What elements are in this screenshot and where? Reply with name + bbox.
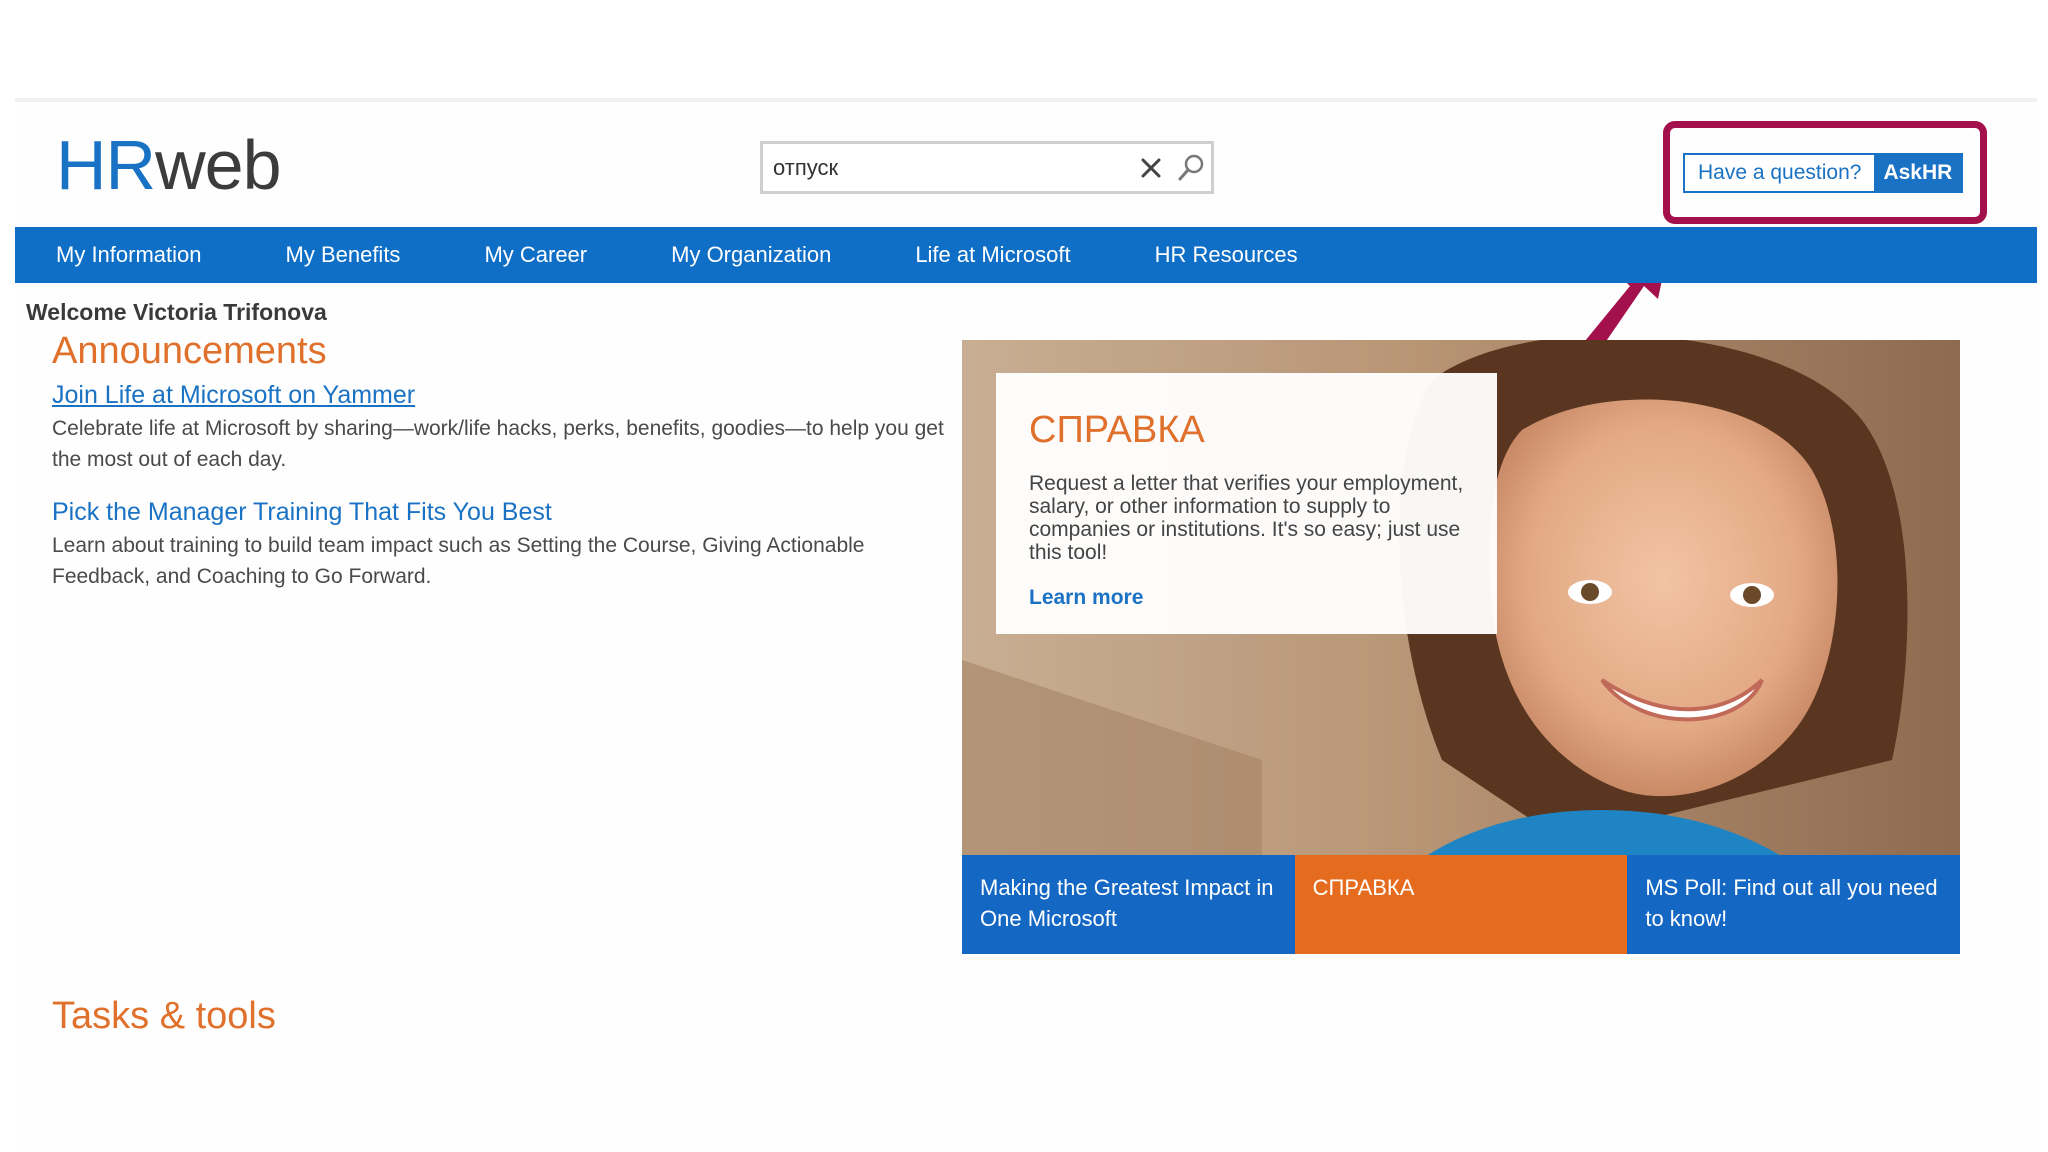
tile-ms-poll[interactable]: MS Poll: Find out all you need to know! [1627, 855, 1961, 954]
askhr-button[interactable]: AskHR [1874, 155, 1962, 191]
hero-tiles: Making the Greatest Impact in One Micros… [962, 855, 1961, 954]
main-navigation: My Information My Benefits My Career My … [15, 227, 2037, 283]
askhr-widget[interactable]: Have a question? AskHR [1683, 153, 1964, 193]
logo-hr-text: HR [56, 126, 156, 204]
announcement-text-manager-training: Learn about training to build team impac… [52, 534, 865, 588]
clear-search-button[interactable] [1131, 144, 1171, 191]
nav-my-benefits[interactable]: My Benefits [286, 242, 401, 268]
hrweb-logo[interactable]: HRweb [56, 130, 282, 200]
nav-my-career[interactable]: My Career [484, 242, 587, 268]
search-icon [1178, 154, 1204, 180]
announcement-link-manager-training[interactable]: Pick the Manager Training That Fits You … [52, 498, 552, 527]
nav-hr-resources[interactable]: HR Resources [1155, 242, 1298, 268]
have-a-question-label[interactable]: Have a question? [1685, 155, 1875, 191]
nav-my-information[interactable]: My Information [56, 242, 202, 268]
close-icon [1141, 158, 1161, 177]
tile-spravka[interactable]: СПРАВКА [1294, 855, 1628, 954]
nav-life-at-microsoft[interactable]: Life at Microsoft [915, 242, 1070, 268]
announcement-text-yammer: Celebrate life at Microsoft by sharing—w… [52, 417, 944, 471]
announcement-link-yammer[interactable]: Join Life at Microsoft on Yammer [52, 381, 415, 410]
search-box [760, 141, 1214, 194]
spravka-card: СПРАВКА Request a letter that verifies y… [996, 373, 1497, 634]
tasks-tools-title: Tasks & tools [52, 995, 276, 1037]
announcements-title: Announcements [52, 330, 327, 372]
tile-greatest-impact[interactable]: Making the Greatest Impact in One Micros… [962, 855, 1295, 954]
welcome-message: Welcome Victoria Trifonova [26, 299, 327, 325]
nav-my-organization[interactable]: My Organization [671, 242, 831, 268]
search-input[interactable] [763, 144, 1131, 191]
spravka-card-title: СПРАВКА [1029, 409, 1205, 451]
search-button[interactable] [1171, 144, 1211, 191]
spravka-card-text: Request a letter that verifies your empl… [1029, 472, 1464, 564]
learn-more-link[interactable]: Learn more [1029, 586, 1464, 610]
logo-web-text: web [155, 126, 281, 204]
